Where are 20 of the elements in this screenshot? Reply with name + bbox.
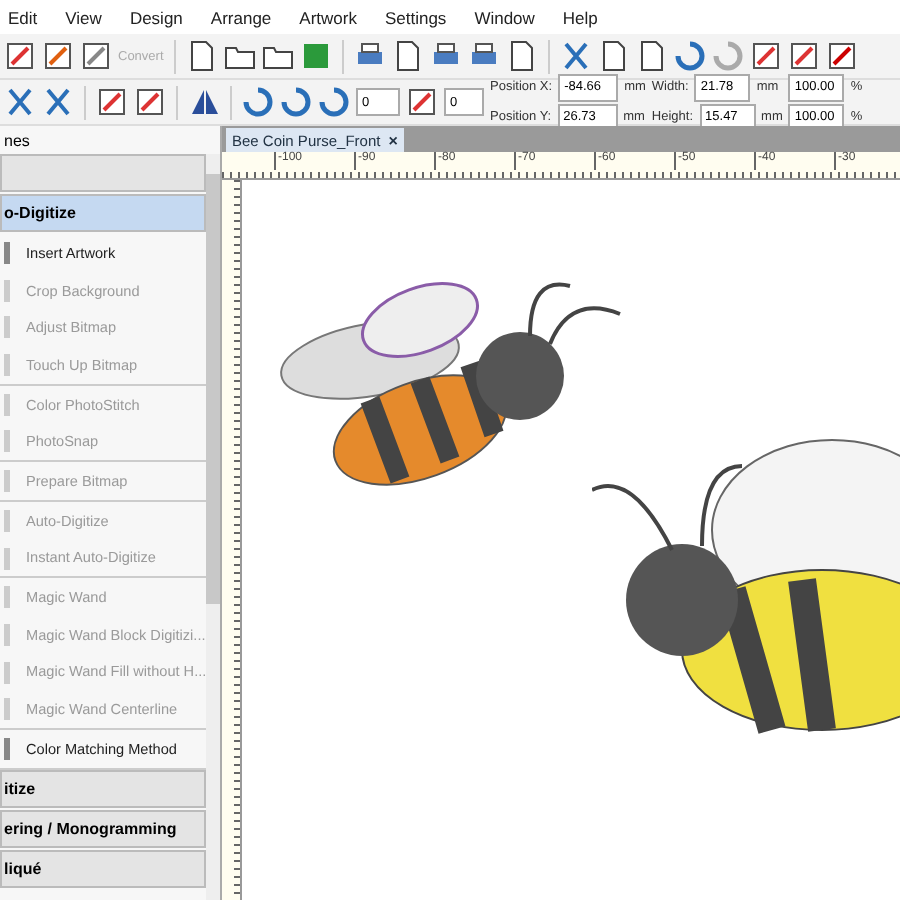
select-icon[interactable] xyxy=(4,40,36,72)
menu-item[interactable]: Settings xyxy=(384,7,447,27)
menu-item[interactable]: Help xyxy=(562,7,598,27)
section-header[interactable]: ering / Monogramming xyxy=(0,809,207,848)
reshape-icon[interactable] xyxy=(42,40,74,72)
section-header[interactable]: itize xyxy=(0,769,207,808)
close-icon[interactable]: × xyxy=(388,131,398,149)
section-header[interactable]: liqué xyxy=(0,849,207,888)
menu-item[interactable]: Design xyxy=(129,7,183,27)
section-header[interactable]: o-Digitize xyxy=(0,194,207,232)
menu-item[interactable]: Arrange xyxy=(210,7,272,27)
undo-icon[interactable] xyxy=(673,40,706,72)
mirror-icon[interactable] xyxy=(188,86,220,118)
menu-item[interactable]: Artwork xyxy=(299,7,357,27)
new-document-icon[interactable] xyxy=(185,40,218,72)
scrollbar[interactable] xyxy=(206,154,221,900)
menu-item[interactable]: View xyxy=(65,7,102,27)
panel-title: nes xyxy=(2,129,32,153)
menu-item[interactable]: Window xyxy=(474,7,535,27)
menu-item[interactable]: Edit xyxy=(8,7,38,27)
